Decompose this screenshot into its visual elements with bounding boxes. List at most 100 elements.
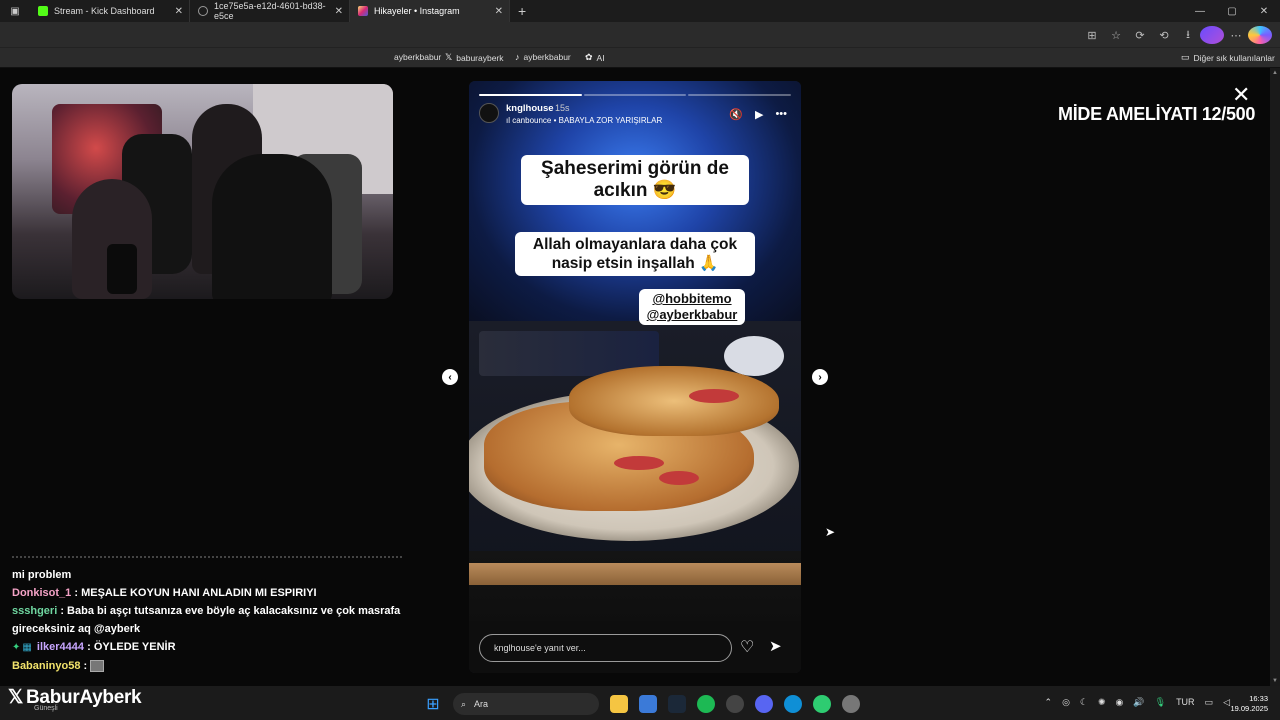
mention-ayberkbabur[interactable]: @ayberkbabur bbox=[643, 307, 741, 323]
story-reply-input[interactable]: knglhouse'e yanıt ver... bbox=[479, 634, 732, 662]
system-tray: ⌃ ◎ ☾ ✺ ◉ 🔊 🎙 TUR ▭ ◁ bbox=[1045, 697, 1230, 708]
windows-start-icon[interactable]: ⊞ bbox=[424, 695, 442, 713]
chat-username[interactable]: ssshgeri bbox=[12, 605, 57, 617]
tray-steam-icon[interactable]: ◉ bbox=[1116, 697, 1124, 708]
microphone-icon[interactable]: 🎙 bbox=[1155, 697, 1166, 708]
story-text-sticker-1: Şaheserimi görün de acıkın 😎 bbox=[521, 155, 749, 205]
story-music[interactable]: ıl canbounce • BABAYLA ZOR YARIŞIRLAR bbox=[506, 116, 662, 125]
story-age: 15s bbox=[555, 103, 570, 113]
story-username[interactable]: knglhouse bbox=[506, 103, 554, 114]
more-menu-icon[interactable]: ⋯ bbox=[1224, 26, 1248, 44]
steam-icon[interactable] bbox=[668, 695, 686, 713]
tab-title: Stream - Kick Dashboard bbox=[54, 6, 155, 16]
close-tab-icon[interactable]: ✕ bbox=[175, 6, 183, 17]
chat-message: mi problem bbox=[12, 569, 72, 581]
sub-badge-icon: ✦ bbox=[12, 642, 21, 653]
obs-icon[interactable] bbox=[726, 695, 744, 713]
maximize-button[interactable]: ▢ bbox=[1216, 6, 1248, 17]
bookmark-ayberkbabur-tiktok[interactable]: ♪ ayberkbabur bbox=[515, 52, 571, 62]
close-tab-icon[interactable]: ✕ bbox=[495, 6, 503, 17]
previous-story-button[interactable]: ‹ bbox=[442, 369, 458, 385]
bookmark-label: Diğer sık kullanılanlar bbox=[1193, 52, 1275, 63]
browser-tab-bar: ▣ Stream - Kick Dashboard ✕ 1ce75e5a-e12… bbox=[0, 0, 1280, 22]
other-bookmarks[interactable]: ▭ Diğer sık kullanılanlar bbox=[1181, 52, 1275, 63]
new-tab-button[interactable]: + bbox=[518, 3, 526, 19]
stream-overlay-text: MİDE AMELİYATI 12/500 bbox=[1058, 104, 1256, 124]
download-icon[interactable]: ⭳ bbox=[1176, 26, 1200, 44]
minimize-button[interactable]: — bbox=[1184, 6, 1216, 17]
chat-username[interactable]: ilker4444 bbox=[37, 641, 84, 653]
tray-overflow-icon[interactable]: ⌃ bbox=[1045, 697, 1053, 708]
windows-taskbar: 𝕏 BaburAyberk Güneşli ⊞ ⌕ Ara ⌃ ◎ ☾ ✺ ◉ 🔊 bbox=[0, 686, 1280, 720]
settings-gear-icon[interactable] bbox=[842, 695, 860, 713]
copilot-icon[interactable] bbox=[1248, 26, 1272, 44]
app-icon[interactable] bbox=[813, 695, 831, 713]
like-heart-icon[interactable]: ♡ bbox=[740, 637, 754, 657]
send-icon[interactable]: ➤ bbox=[769, 637, 782, 655]
tiktok-icon: ♪ bbox=[515, 52, 520, 62]
profile-avatar[interactable] bbox=[1200, 26, 1224, 44]
tab-instagram-stories[interactable]: Hikayeler • Instagram ✕ bbox=[350, 0, 510, 22]
spotify-icon[interactable] bbox=[697, 695, 715, 713]
favorite-star-icon[interactable]: ☆ bbox=[1104, 26, 1128, 44]
page-scrollbar[interactable]: ▲ ▼ bbox=[1270, 68, 1280, 686]
taskbar-apps: ⊞ ⌕ Ara bbox=[424, 693, 860, 715]
story-user-avatar[interactable] bbox=[479, 103, 499, 123]
x-icon: 𝕏 bbox=[445, 52, 453, 62]
volume-icon[interactable]: 🔊 bbox=[1133, 697, 1144, 708]
address-bar-row: ⊞ ☆ ⟳ ⟲ ⭳ ⋯ bbox=[0, 22, 1280, 48]
tray-app-icon[interactable]: ☾ bbox=[1080, 697, 1088, 708]
chat-message: Donkisot_1 : MEŞALE KOYUN HANI ANLADIN M… bbox=[12, 587, 317, 599]
tray-app-icon[interactable]: ✺ bbox=[1098, 697, 1106, 708]
photos-icon[interactable] bbox=[639, 695, 657, 713]
page-content: knglhouse 15s ıl canbounce • BABAYLA ZOR… bbox=[0, 68, 1270, 686]
close-window-button[interactable]: ✕ bbox=[1248, 6, 1280, 17]
taskbar-search[interactable]: ⌕ Ara bbox=[453, 693, 599, 715]
chat-username[interactable]: Donkisot_1 bbox=[12, 587, 71, 599]
tab-uuid[interactable]: 1ce75e5a-e12d-4601-bd38-e5ce ✕ bbox=[190, 0, 350, 22]
instagram-icon bbox=[358, 6, 368, 16]
story-controls: 🔇 ▶ ••• bbox=[729, 108, 787, 121]
taskbar-clock[interactable]: 16:33 19.09.2025 bbox=[1230, 694, 1268, 714]
network-icon[interactable]: ▭ bbox=[1205, 697, 1214, 708]
file-explorer-icon[interactable] bbox=[610, 695, 628, 713]
close-tab-icon[interactable]: ✕ bbox=[335, 6, 343, 17]
tray-app-icon[interactable]: ◎ bbox=[1062, 697, 1070, 708]
more-options-icon[interactable]: ••• bbox=[775, 108, 787, 121]
tab-kick-dashboard[interactable]: Stream - Kick Dashboard ✕ bbox=[30, 0, 190, 22]
split-screen-icon[interactable]: ⊞ bbox=[1080, 26, 1104, 44]
bookmark-label: ayberkbabur bbox=[523, 52, 571, 62]
openai-icon: ✿ bbox=[585, 52, 593, 62]
chat-username[interactable]: Babaninyo58 bbox=[12, 660, 80, 672]
chat-message: ✦ ▦ ilker4444 : ÖYLEDE YENİR bbox=[12, 638, 412, 657]
history-icon[interactable]: ⟲ bbox=[1152, 26, 1176, 44]
instagram-story-viewer[interactable]: knglhouse 15s ıl canbounce • BABAYLA ZOR… bbox=[469, 81, 801, 673]
bookmark-ayberkbabur-instagram[interactable]: ayberkbabur bbox=[394, 52, 441, 62]
window-controls: — ▢ ✕ bbox=[1184, 0, 1280, 22]
extensions-icon[interactable]: ⟳ bbox=[1128, 26, 1152, 44]
tab-title: 1ce75e5a-e12d-4601-bd38-e5ce bbox=[214, 1, 326, 21]
edge-icon[interactable] bbox=[784, 695, 802, 713]
search-icon: ⌕ bbox=[461, 698, 467, 709]
bookmark-baburayberk-x[interactable]: 𝕏 baburayberk bbox=[445, 52, 504, 63]
story-text-sticker-2: Allah olmayanlara daha çok nasip etsin i… bbox=[515, 232, 755, 276]
mute-icon[interactable]: 🔇 bbox=[729, 108, 743, 121]
kick-icon bbox=[38, 6, 48, 16]
next-story-button[interactable]: › bbox=[812, 369, 828, 385]
bookmark-ai[interactable]: ✿ AI bbox=[585, 52, 605, 63]
streamer-brand: 𝕏 BaburAyberk bbox=[8, 687, 142, 708]
chat-message: Babaninyo58 : bbox=[12, 657, 412, 675]
story-progress-bar bbox=[479, 94, 792, 96]
tab-actions-icon[interactable]: ▣ bbox=[0, 6, 30, 17]
gift-badge-icon: ▦ bbox=[22, 642, 32, 653]
speaker-icon[interactable]: ◁ bbox=[1223, 697, 1230, 708]
mention-hobbitemo[interactable]: @hobbitemo bbox=[643, 291, 741, 307]
stream-chat: mi problem Donkisot_1 : MEŞALE KOYUN HAN… bbox=[12, 556, 412, 675]
bookmark-label: baburayberk bbox=[456, 52, 504, 63]
play-icon[interactable]: ▶ bbox=[755, 108, 763, 121]
bookmark-label: AI bbox=[596, 52, 605, 63]
globe-icon bbox=[198, 6, 208, 16]
language-indicator[interactable]: TUR bbox=[1176, 697, 1195, 708]
weather-widget[interactable]: Güneşli bbox=[34, 705, 58, 712]
discord-icon[interactable] bbox=[755, 695, 773, 713]
